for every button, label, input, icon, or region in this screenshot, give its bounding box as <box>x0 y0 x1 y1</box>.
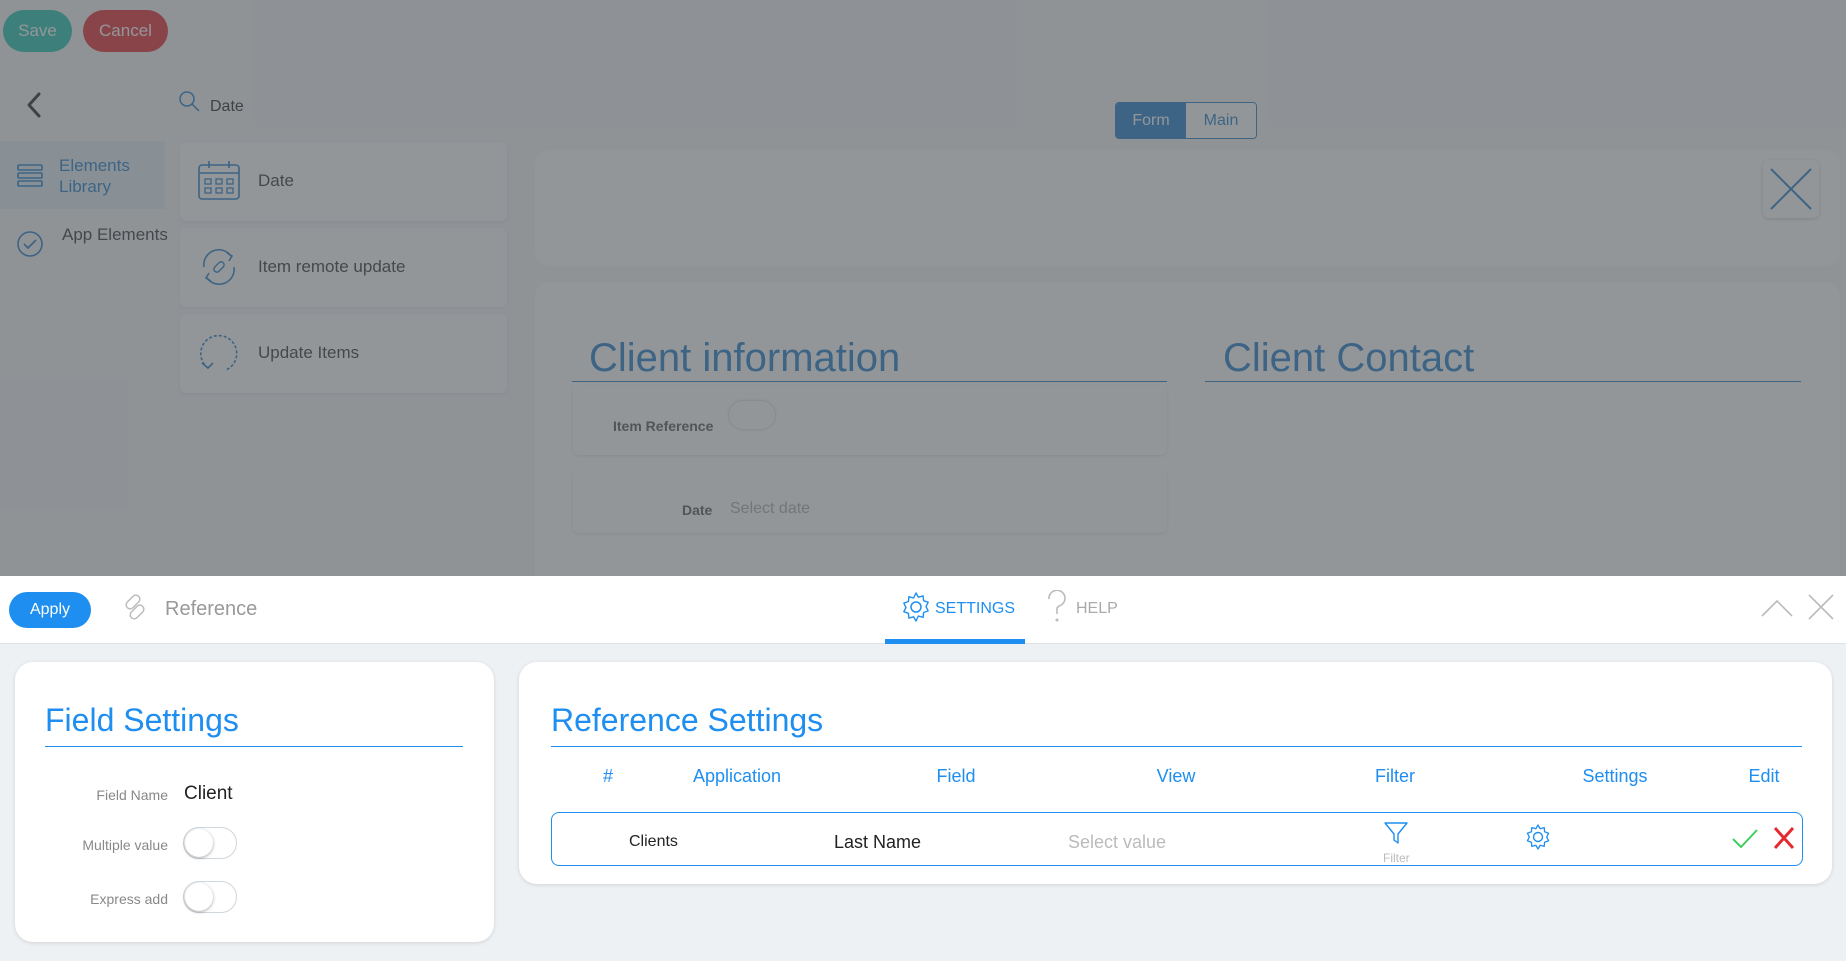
column-header-settings: Settings <box>1582 766 1648 786</box>
tab-label: HELP <box>1076 600 1118 617</box>
library-element-label: Item remote update <box>258 257 406 276</box>
refresh-icon <box>199 334 238 371</box>
section-title-client-information: Client information <box>589 336 901 380</box>
apply-button[interactable]: Apply <box>9 592 91 628</box>
app-background: Save Cancel Date Elements Library App El… <box>0 0 1846 576</box>
field-cell[interactable]: Last Name <box>834 832 921 853</box>
column-header-edit: Edit <box>1748 766 1780 786</box>
column-header-filter: Filter <box>1375 766 1415 786</box>
save-button[interactable]: Save <box>3 10 72 52</box>
card-divider <box>45 746 463 747</box>
library-element-update-items[interactable]: Update Items <box>180 314 507 393</box>
check-icon[interactable] <box>1730 825 1760 853</box>
sidebar-item-label: Elements Library <box>59 156 130 196</box>
multiple-value-toggle[interactable] <box>183 827 237 859</box>
tab-settings[interactable]: SETTINGS <box>885 576 1025 644</box>
close-icon[interactable] <box>1806 592 1836 622</box>
table-row: Clients Last Name Select value Filter <box>551 812 1803 866</box>
item-reference-toggle[interactable] <box>729 401 775 429</box>
reference-settings-card: Reference Settings # Application Field V… <box>519 662 1832 884</box>
search-icon <box>179 91 200 112</box>
link-icon <box>125 594 145 620</box>
library-element-label: Update Items <box>258 343 360 362</box>
close-icon <box>1770 168 1812 210</box>
application-cell[interactable]: Clients <box>629 833 678 851</box>
check-circle-icon <box>17 231 43 257</box>
field-name-label: Field Name <box>96 787 168 803</box>
date-input[interactable]: Select date <box>730 500 810 518</box>
column-header-view: View <box>1156 766 1196 786</box>
tab-label: SETTINGS <box>935 600 1016 617</box>
active-tab-indicator <box>885 639 1025 644</box>
card-divider <box>551 746 1802 747</box>
sidebar-item-app-elements[interactable]: App Elements <box>0 210 168 278</box>
filter-label: Filter <box>1383 851 1410 865</box>
filter-icon[interactable] <box>1382 819 1410 847</box>
form-field-item-reference[interactable]: Item Reference <box>573 385 1167 455</box>
sidebar-item-label: App Elements <box>62 225 168 244</box>
gear-icon <box>903 592 929 622</box>
card-title: Field Settings <box>45 702 239 738</box>
view-select[interactable]: Select value <box>1068 832 1166 853</box>
calendar-icon <box>198 161 240 200</box>
card-title: Reference Settings <box>551 702 824 738</box>
cancel-x-icon[interactable] <box>1772 825 1796 851</box>
field-label: Item Reference <box>613 418 714 434</box>
field-settings-card: Field Settings Field Name Client Multipl… <box>15 662 494 942</box>
section-divider <box>572 381 1167 382</box>
element-type-title: Reference <box>165 598 258 620</box>
field-label: Date <box>682 502 713 518</box>
column-header-field: Field <box>936 766 976 786</box>
multiple-value-label: Multiple value <box>82 837 168 853</box>
express-add-toggle[interactable] <box>183 881 237 913</box>
search-input[interactable]: Date <box>210 98 244 116</box>
library-element-date[interactable]: Date <box>180 142 507 221</box>
element-settings-bar: Apply Reference SETTINGS HELP <box>0 576 1846 644</box>
form-field-date[interactable]: Date Select date <box>573 467 1167 533</box>
column-header-number: # <box>602 766 614 786</box>
stack-icon <box>17 164 43 187</box>
back-chevron-icon[interactable] <box>24 90 44 120</box>
section-title-client-contact: Client Contact <box>1223 336 1475 380</box>
question-icon <box>1048 590 1066 622</box>
link-refresh-icon <box>203 249 235 285</box>
close-form-button[interactable] <box>1763 160 1819 218</box>
toggle-main[interactable]: Main <box>1186 103 1256 138</box>
column-header-application: Application <box>692 766 782 786</box>
field-name-value[interactable]: Client <box>184 783 233 805</box>
tab-help[interactable]: HELP <box>1040 576 1130 644</box>
cancel-button[interactable]: Cancel <box>83 10 168 52</box>
library-element-item-remote-update[interactable]: Item remote update <box>180 228 507 307</box>
chevron-up-icon[interactable] <box>1760 594 1794 622</box>
library-element-label: Date <box>258 171 294 190</box>
form-header-panel <box>535 150 1840 266</box>
toggle-knob <box>185 883 213 911</box>
toggle-form[interactable]: Form <box>1116 103 1186 138</box>
toggle-knob <box>185 829 213 857</box>
express-add-label: Express add <box>90 891 168 907</box>
form-main-toggle[interactable]: Form Main <box>1115 102 1257 139</box>
sidebar-item-elements-library[interactable]: Elements Library <box>0 141 165 209</box>
gear-icon[interactable] <box>1524 823 1552 851</box>
section-divider <box>1205 381 1801 382</box>
